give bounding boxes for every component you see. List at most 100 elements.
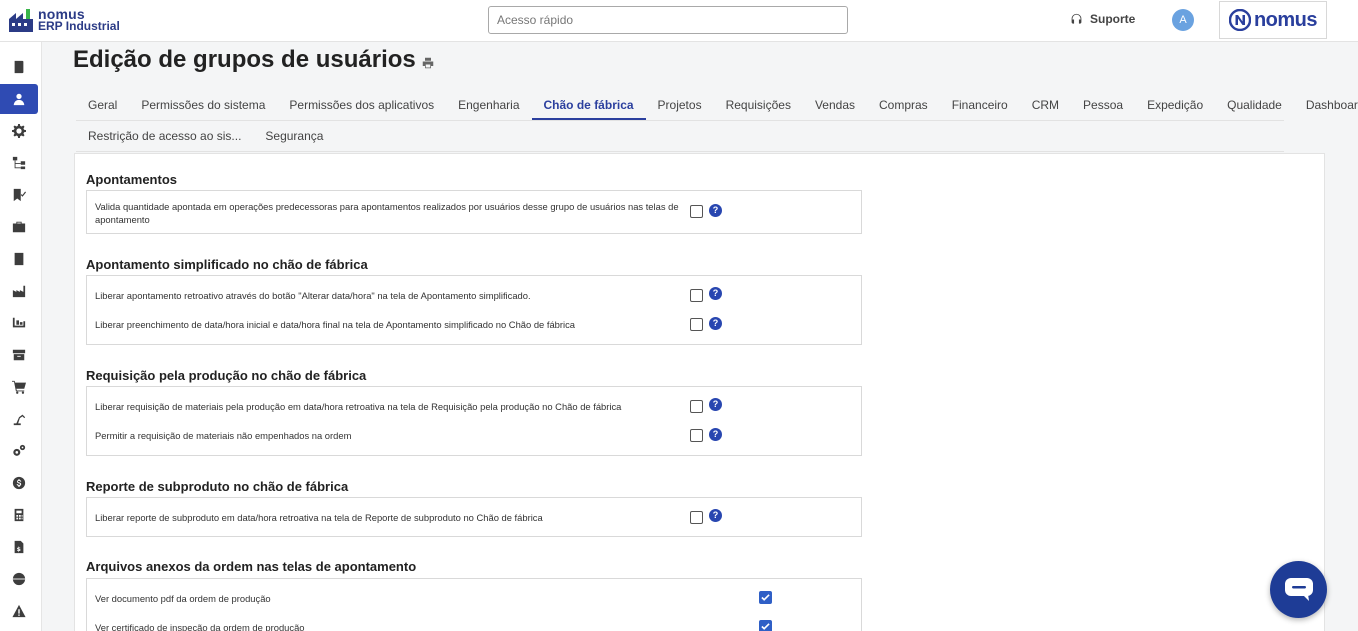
check-icon <box>761 594 770 601</box>
gear-icon <box>12 124 26 138</box>
ledger-icon <box>14 252 24 266</box>
brand-product: ERP Industrial <box>38 19 120 33</box>
option-checkbox[interactable] <box>690 429 703 442</box>
section-group-requisicao: Liberar requisição de materiais pela pro… <box>86 386 862 456</box>
sidebar-item-ledger[interactable] <box>0 244 38 274</box>
sidebar: $ <box>0 42 42 631</box>
section-title-requisicao: Requisição pela produção no chão de fábr… <box>86 368 367 383</box>
option-checkbox[interactable] <box>690 511 703 524</box>
sidebar-item-gears[interactable] <box>0 436 38 466</box>
section-title-reporte-subproduto: Reporte de subproduto no chão de fábrica <box>86 479 349 494</box>
support-button[interactable]: Suporte <box>1070 12 1135 26</box>
option-label: Valida quantidade apontada em operações … <box>95 201 679 225</box>
sidebar-item-warning[interactable] <box>0 596 38 626</box>
tab-geral[interactable]: Geral <box>76 90 129 120</box>
tab-expedição[interactable]: Expedição <box>1135 90 1215 120</box>
section-title-apontamento-simplificado: Apontamento simplificado no chão de fábr… <box>86 257 368 272</box>
section-group-arquivos-anexos: Ver documento pdf da ordem de produção V… <box>86 578 862 631</box>
tab-engenharia[interactable]: Engenharia <box>446 90 531 120</box>
sidebar-item-robot-arm[interactable] <box>0 404 38 434</box>
tab-projetos[interactable]: Projetos <box>646 90 714 120</box>
help-icon[interactable]: ? <box>709 317 722 330</box>
nomus-n-icon <box>1228 9 1251 31</box>
tab-compras[interactable]: Compras <box>867 90 940 120</box>
tab-permissões-dos-aplicativos[interactable]: Permissões dos aplicativos <box>277 90 446 120</box>
archive-icon <box>12 349 26 361</box>
help-icon[interactable]: ? <box>709 287 722 300</box>
brand-logo[interactable]: nomus ERP Industrial <box>8 7 120 33</box>
globe-icon <box>12 572 26 586</box>
sidebar-item-settings[interactable] <box>0 116 38 146</box>
section-title-apontamentos: Apontamentos <box>86 172 177 187</box>
quick-access-input[interactable] <box>488 6 848 34</box>
option-label: Ver certificado de inspeção da ordem de … <box>95 622 305 631</box>
dollar-icon <box>12 476 26 490</box>
sidebar-item-calculator[interactable] <box>0 500 38 530</box>
user-avatar[interactable]: A <box>1172 9 1194 31</box>
help-icon[interactable]: ? <box>709 398 722 411</box>
sidebar-item-pallet[interactable] <box>0 308 38 338</box>
print-icon[interactable] <box>422 57 434 69</box>
tab-restrição-de-acesso-ao-sis-[interactable]: Restrição de acesso ao sis... <box>76 121 253 151</box>
sidebar-item-globe[interactable] <box>0 564 38 594</box>
section-group-apontamento-simplificado: Liberar apontamento retroativo através d… <box>86 275 862 345</box>
tab-row-1: Geral Permissões do sistema Permissões dos… <box>76 90 1358 121</box>
page-title: Edição de grupos de usuários <box>73 46 434 74</box>
tab-chão-de-fábrica[interactable]: Chão de fábrica <box>531 90 646 120</box>
factory-logo-icon <box>8 7 34 33</box>
help-icon[interactable]: ? <box>709 509 722 522</box>
tab-financeiro[interactable]: Financeiro <box>940 90 1020 120</box>
tab-dashboard[interactable]: Dashboard <box>1294 90 1358 120</box>
sidebar-item-finance[interactable] <box>0 468 38 498</box>
chat-button[interactable] <box>1270 561 1327 618</box>
tab-permissões-do-sistema[interactable]: Permissões do sistema <box>129 90 277 120</box>
sidebar-item-briefcase[interactable] <box>0 212 38 242</box>
bookmark-check-icon <box>13 188 26 202</box>
robot-arm-icon <box>13 414 26 426</box>
nomus-logo: nomus <box>1219 1 1327 39</box>
option-label: Liberar apontamento retroativo através d… <box>95 290 531 301</box>
sidebar-item-bookmark[interactable] <box>0 180 38 210</box>
hierarchy-icon <box>12 156 26 170</box>
tab-requisições[interactable]: Requisições <box>714 90 803 120</box>
sidebar-item-book[interactable] <box>0 52 38 82</box>
sidebar-item-invoice[interactable]: $ <box>0 532 38 562</box>
briefcase-icon <box>12 221 26 233</box>
option-checkbox[interactable] <box>690 318 703 331</box>
section-group-reporte-subproduto: Liberar reporte de subproduto em data/ho… <box>86 497 862 537</box>
gears-icon <box>13 444 26 456</box>
support-label: Suporte <box>1090 12 1136 26</box>
option-label: Liberar reporte de subproduto em data/ho… <box>95 512 543 523</box>
pallet-icon <box>12 317 26 328</box>
sidebar-item-archive[interactable] <box>0 340 38 370</box>
option-label: Permitir a requisição de materiais não e… <box>95 430 352 441</box>
headset-icon <box>1071 13 1082 24</box>
page-title-text: Edição de grupos de usuários <box>73 46 416 73</box>
tab-qualidade[interactable]: Qualidade <box>1215 90 1294 120</box>
tab-vendas[interactable]: Vendas <box>803 90 867 120</box>
sidebar-item-factory[interactable] <box>0 276 38 306</box>
option-checkbox[interactable] <box>690 205 703 218</box>
warning-icon <box>12 604 26 618</box>
tab-crm[interactable]: CRM <box>1020 90 1071 120</box>
svg-text:$: $ <box>17 546 21 553</box>
option-checkbox[interactable] <box>690 289 703 302</box>
cart-icon <box>12 380 26 394</box>
option-checkbox-checked[interactable] <box>759 620 772 631</box>
chat-bubble-icon <box>1284 577 1313 601</box>
option-checkbox-checked[interactable] <box>759 591 772 604</box>
help-icon[interactable]: ? <box>709 428 722 441</box>
sidebar-item-user[interactable] <box>0 84 38 114</box>
sidebar-item-cart[interactable] <box>0 372 38 402</box>
nomus-logo-text: nomus <box>1253 8 1318 31</box>
user-icon <box>13 93 25 106</box>
section-group-apontamentos: Valida quantidade apontada em operações … <box>86 190 862 234</box>
top-bar: nomus ERP Industrial Suporte A nomus <box>0 0 1358 42</box>
tab-pessoa[interactable]: Pessoa <box>1071 90 1135 120</box>
tab-row-2: Restrição de acesso ao sis... Segurança <box>76 121 1284 152</box>
tab-segurança[interactable]: Segurança <box>253 121 335 151</box>
option-checkbox[interactable] <box>690 400 703 413</box>
book-icon <box>14 60 24 74</box>
help-icon[interactable]: ? <box>709 204 722 217</box>
sidebar-item-hierarchy[interactable] <box>0 148 38 178</box>
